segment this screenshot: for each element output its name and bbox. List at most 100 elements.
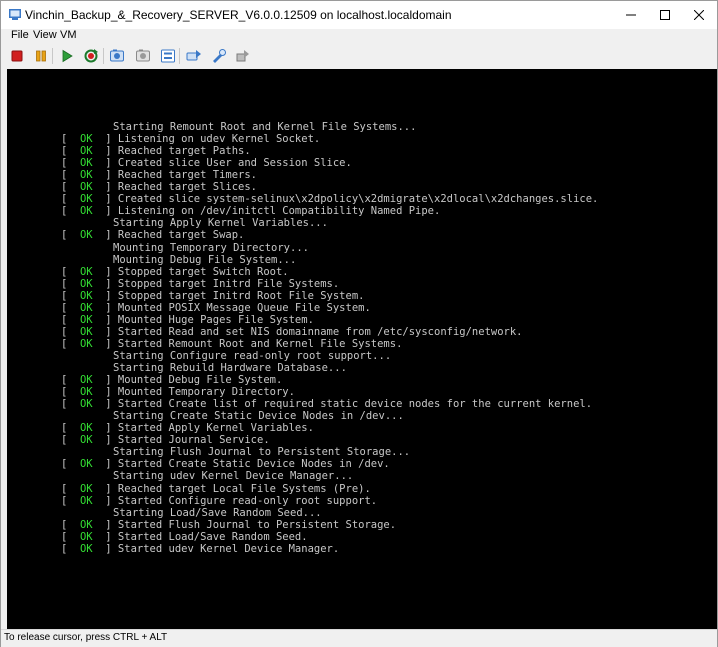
ok-status: OK — [79, 145, 93, 158]
console-message: Started Load/Save Random Seed. — [117, 530, 308, 543]
power-off-button[interactable] — [7, 46, 27, 66]
toolbar-separator — [52, 48, 53, 64]
ok-status: OK — [79, 325, 93, 338]
console-line: Starting Remount Root and Kernel File Sy… — [113, 121, 416, 133]
console-line: [ OK ] Started Remount Root and Kernel F… — [61, 338, 402, 350]
take-snapshot-button[interactable] — [107, 46, 127, 66]
console-message: Reached target Paths. — [117, 145, 251, 158]
manage-snapshots-icon — [161, 49, 175, 63]
console-line: [ OK ] Mounted Temporary Directory. — [61, 386, 295, 398]
console-line: [ OK ] Listening on /dev/initctl Compati… — [61, 205, 440, 217]
console-message: Starting Configure read-only root suppor… — [113, 349, 392, 362]
ok-status: OK — [79, 386, 93, 399]
maximize-icon — [660, 10, 670, 20]
console-message: Created slice User and Session Slice. — [117, 157, 352, 170]
console-message: Reached target Local File Systems (Pre). — [117, 482, 371, 495]
console-message: Starting Apply Kernel Variables... — [113, 217, 328, 230]
console-message: Stopped target Initrd Root File System. — [117, 289, 365, 302]
suspend-button[interactable] — [31, 46, 51, 66]
status-bracket-open: [ — [61, 193, 80, 206]
ok-status: OK — [79, 289, 93, 302]
settings-icon — [213, 49, 226, 63]
status-bracket-close: ] — [92, 205, 118, 218]
console-message: Stopped target Switch Root. — [117, 265, 289, 278]
console-line: [ OK ] Started Apply Kernel Variables. — [61, 422, 314, 434]
console-message: Started Apply Kernel Variables. — [117, 422, 314, 435]
menu-view[interactable]: View — [33, 29, 57, 41]
console-line: [ OK ] Mounted Huge Pages File System. — [61, 314, 314, 326]
menu-file[interactable]: File — [11, 29, 29, 41]
status-bracket-open: [ — [61, 422, 80, 435]
reset-button[interactable] — [81, 46, 101, 66]
status-bracket-open: [ — [61, 434, 80, 447]
ok-status: OK — [79, 157, 93, 170]
title-bar[interactable]: Vinchin_Backup_&_Recovery_SERVER_V6.0.0.… — [1, 1, 717, 29]
console-line: Mounting Temporary Directory... — [113, 242, 309, 254]
maximize-button[interactable] — [648, 1, 682, 29]
vm-window: Vinchin_Backup_&_Recovery_SERVER_V6.0.0.… — [0, 0, 718, 647]
minimize-icon — [626, 14, 636, 16]
status-bracket-close: ] — [92, 374, 118, 387]
ok-status: OK — [79, 205, 93, 218]
console-line: [ OK ] Mounted Debug File System. — [61, 374, 282, 386]
console-message: Starting Rebuild Hardware Database... — [113, 362, 347, 374]
status-bracket-close: ] — [92, 458, 118, 471]
console-message: Starting udev Kernel Device Manager... — [113, 470, 354, 483]
console-line: [ OK ] Stopped target Initrd File System… — [61, 278, 339, 290]
ok-status: OK — [79, 530, 93, 543]
console-message: Starting Load/Save Random Seed... — [113, 506, 322, 519]
ok-status: OK — [79, 482, 93, 495]
console-message: Started Create Static Device Nodes in /d… — [117, 458, 390, 471]
status-message: To release cursor, press CTRL + ALT — [4, 632, 168, 643]
console-line: [ OK ] Reached target Swap. — [61, 229, 244, 241]
console-line: Starting Flush Journal to Persistent Sto… — [113, 446, 410, 458]
console-message: Reached target Timers. — [117, 169, 257, 182]
power-on-button[interactable] — [57, 46, 77, 66]
close-button[interactable] — [682, 1, 716, 29]
status-bracket-close: ] — [92, 193, 118, 206]
status-bracket-close: ] — [92, 133, 118, 146]
ok-status: OK — [79, 169, 93, 182]
ok-status: OK — [79, 518, 93, 531]
toolbar — [1, 43, 717, 69]
revert-snapshot-button[interactable] — [133, 46, 153, 66]
status-bracket-open: [ — [61, 337, 80, 350]
console-message: Starting Flush Journal to Persistent Sto… — [113, 446, 411, 459]
ok-status: OK — [79, 398, 93, 411]
vm-settings-button[interactable] — [209, 46, 229, 66]
status-bracket-open: [ — [61, 386, 80, 399]
status-bracket-open: [ — [61, 157, 80, 170]
play-icon — [62, 49, 73, 63]
console-message: Mounting Temporary Directory... — [113, 241, 309, 254]
minimize-button[interactable] — [614, 1, 648, 29]
removable-devices-button[interactable] — [233, 46, 253, 66]
console-line: Starting Configure read-only root suppor… — [113, 350, 391, 362]
ok-status: OK — [79, 265, 93, 278]
ok-status: OK — [79, 458, 93, 471]
menu-bar: File View VM — [1, 29, 717, 43]
menu-vm[interactable]: VM — [60, 29, 77, 41]
status-bracket-close: ] — [92, 325, 118, 338]
send-ctrl-alt-del-button[interactable] — [184, 46, 204, 66]
status-bracket-open: [ — [61, 482, 80, 495]
console-line: Starting Apply Kernel Variables... — [113, 217, 328, 229]
status-bracket-open: [ — [61, 301, 80, 314]
toolbar-separator — [103, 48, 104, 64]
status-bracket-open: [ — [61, 530, 80, 543]
status-bracket-open: [ — [61, 133, 80, 146]
vm-console[interactable]: Starting Remount Root and Kernel File Sy… — [7, 69, 717, 629]
status-bracket-open: [ — [61, 458, 80, 471]
status-bracket-open: [ — [61, 181, 80, 194]
manage-snapshots-button[interactable] — [158, 46, 178, 66]
ok-status: OK — [79, 422, 93, 435]
status-bracket-open: [ — [61, 265, 80, 278]
console-message: Mounted POSIX Message Queue File System. — [117, 301, 371, 314]
status-bracket-open: [ — [61, 277, 80, 290]
console-line: [ OK ] Started Create Static Device Node… — [61, 458, 390, 470]
status-bracket-close: ] — [92, 301, 118, 314]
ok-status: OK — [79, 494, 93, 507]
console-message: Created slice system-selinux\x2dpolicy\x… — [117, 193, 599, 206]
console-message: Listening on /dev/initctl Compatibility … — [117, 205, 441, 218]
console-message: Started Remount Root and Kernel File Sys… — [117, 337, 403, 350]
console-message: Reached target Swap. — [117, 229, 245, 242]
